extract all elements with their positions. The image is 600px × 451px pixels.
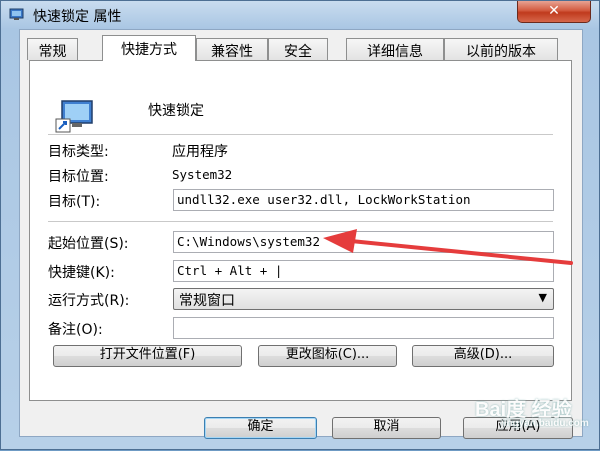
close-button[interactable]: ✕ [517,1,591,23]
properties-window: 快速锁定 属性 ✕ 常规 快捷方式 兼容性 安全 详细信息 以前的版本 快速锁定… [0,0,600,450]
open-location-button[interactable]: 打开文件位置(F) [53,345,242,367]
comment-label: 备注(O): [48,322,103,338]
target-location-label: 目标位置: [48,169,109,185]
watermark: Bai度 经验 jingyan.baidu.com [475,393,589,429]
run-select-value: 常规窗口 [179,293,235,309]
run-select[interactable]: 常规窗口 ▼ [173,288,554,310]
target-label: 目标(T): [48,194,101,210]
start-in-label: 起始位置(S): [48,236,129,252]
shortcut-key-input[interactable]: Ctrl + Alt + | [173,260,554,282]
title-bar[interactable]: 快速锁定 属性 ✕ [1,1,600,29]
tab-compatibility[interactable]: 兼容性 [196,38,268,60]
cancel-button[interactable]: 取消 [332,417,441,439]
ok-button[interactable]: 确定 [204,417,317,439]
target-type-value: 应用程序 [172,144,228,160]
shortcut-key-label: 快捷键(K): [48,265,115,281]
advanced-button[interactable]: 高级(D)... [412,345,554,367]
tab-details[interactable]: 详细信息 [346,38,444,60]
target-location-value: System32 [172,167,233,182]
dialog-content: 常规 快捷方式 兼容性 安全 详细信息 以前的版本 快速锁定 目标类型: 应用程… [19,29,583,439]
shortcut-monitor-icon [55,100,93,133]
run-label: 运行方式(R): [48,293,130,309]
tab-previous-versions[interactable]: 以前的版本 [444,38,558,60]
comment-input[interactable] [173,317,554,339]
divider [48,134,553,135]
target-input[interactable]: undll32.exe user32.dll, LockWorkStation [173,189,554,211]
divider [48,221,553,222]
tab-general[interactable]: 常规 [27,38,78,60]
shortcut-name: 快速锁定 [148,103,204,119]
tab-security[interactable]: 安全 [268,38,328,60]
tab-shortcut[interactable]: 快捷方式 [102,35,196,61]
chevron-down-icon: ▼ [538,291,547,304]
watermark-url: jingyan.baidu.com [501,418,589,429]
window-title: 快速锁定 属性 [33,9,122,25]
change-icon-button[interactable]: 更改图标(C)... [258,345,397,367]
target-type-label: 目标类型: [48,144,109,160]
monitor-icon [9,8,24,20]
shortcut-panel: 快速锁定 目标类型: 应用程序 目标位置: System32 目标(T): un… [29,60,572,401]
start-in-input[interactable]: C:\Windows\system32 [173,231,554,253]
